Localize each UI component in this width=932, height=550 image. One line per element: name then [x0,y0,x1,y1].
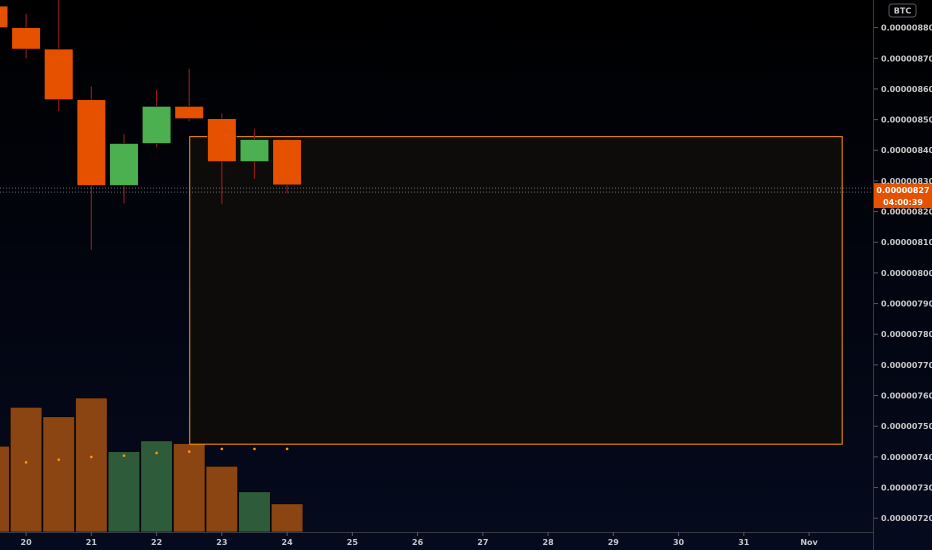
last-price-label: 0.00000827 [876,186,929,195]
time-tick-label: 31 [738,538,750,547]
candle-body [44,48,74,100]
volume-bar [75,397,108,533]
price-tick-label: 0.00000730 [881,484,932,493]
time-tick-label: 28 [543,538,555,547]
countdown-label: 04:00:39 [883,198,923,207]
price-tick-label: 0.00000790 [881,300,932,309]
time-tick-label: 23 [216,538,227,547]
volume-bar [173,443,206,533]
candle-body [239,139,270,162]
candle-body [0,5,9,28]
price-tick-label: 0.00000810 [881,238,932,247]
price-tick-label: 0.00000750 [881,422,932,431]
time-tick-label: 22 [151,538,162,547]
candle-body [76,99,106,186]
volume-ma-point [285,447,289,451]
chart[interactable]: 0.00000827 04:00:39 0.00000880 0.00000870 0… [0,0,932,550]
volume-bar [0,445,10,533]
time-tick-label: Nov [800,538,818,547]
volume-ma-point [253,447,256,451]
price-tick-label: 0.00000770 [881,361,932,370]
price-tick-label: 0.00000740 [881,453,932,462]
volume-ma-point [24,461,28,464]
price-tick-label: 0.00000780 [881,330,932,339]
currency-badge-label: BTC [894,7,912,16]
price-tick-label: 0.00000860 [881,85,932,94]
volume-bar [140,440,173,533]
time-tick-label: 27 [477,538,488,547]
volume-ma-point [155,451,158,455]
candle-body [141,106,172,144]
candle[interactable] [272,138,302,194]
time-tick-label: 20 [21,538,33,547]
price-tick-label: 0.00000720 [881,514,932,523]
volume-bar [9,407,43,533]
volume-bar [107,451,141,533]
price-tick-label: 0.00000800 [881,269,932,278]
price-tick-label: 0.00000840 [881,146,932,155]
candle-body [272,139,302,186]
chart-svg[interactable]: 0.00000827 04:00:39 0.00000880 0.00000870 0… [0,0,932,550]
candle-body [174,106,204,119]
candle-body [109,143,139,186]
price-tick-label: 0.00000760 [881,392,932,401]
price-tick-label: 0.00000870 [881,54,932,63]
price-tick-label: 0.00000880 [881,24,932,33]
time-tick-label: 24 [282,538,294,547]
volume-bar [238,491,271,533]
volume-ma-point [57,458,61,461]
volume-bar [42,416,75,533]
volume-bar [270,503,304,533]
price-tick-label: 0.00000850 [881,116,932,125]
price-tick-label: 0.00000820 [881,208,932,217]
volume-bar [205,466,238,533]
candle-body [207,118,237,162]
time-tick-label: 30 [673,538,685,547]
time-tick-label: 29 [608,538,620,547]
volume-ma-point [122,454,126,457]
time-tick-label: 21 [86,538,98,547]
time-tick-label: 26 [412,538,424,547]
candle-body [11,27,41,50]
price-tick-label: 0.00000830 [881,177,932,186]
time-tick-label: 25 [347,538,359,547]
volume-ma-point [187,450,191,453]
volume-ma-point [220,447,224,451]
volume-ma-point [90,455,93,459]
